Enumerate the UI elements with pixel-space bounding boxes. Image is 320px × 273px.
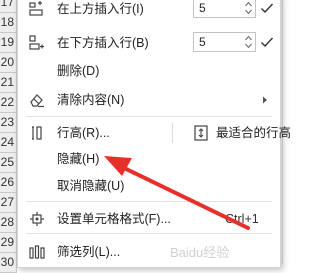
annotation-arrow <box>104 156 250 230</box>
watermark: Baidu经验 <box>170 245 230 260</box>
